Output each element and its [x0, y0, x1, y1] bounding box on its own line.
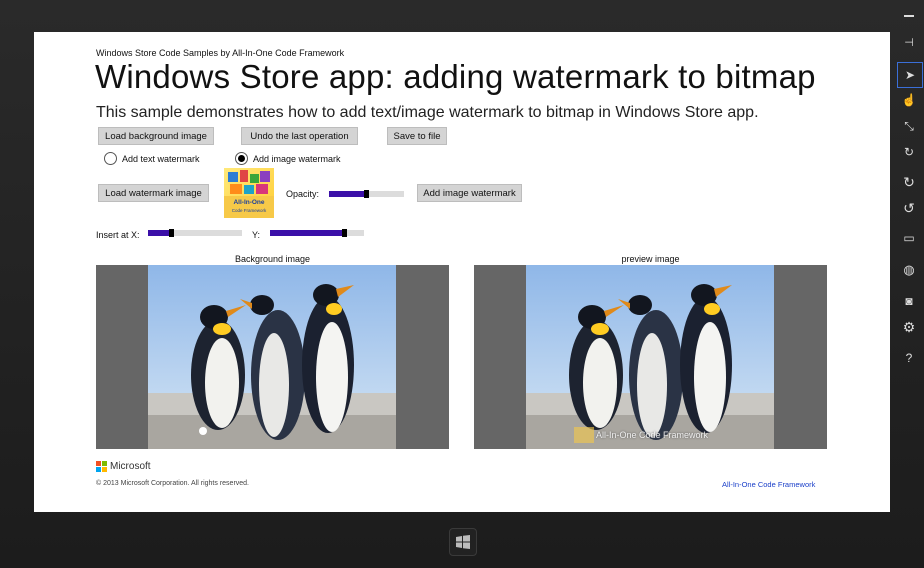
undo-button[interactable]: Undo the last operation [241, 127, 358, 145]
opacity-slider[interactable] [329, 190, 404, 198]
save-to-file-button[interactable]: Save to file [387, 127, 447, 145]
opacity-slider-fill [329, 191, 367, 197]
insert-x-slider-thumb[interactable] [169, 229, 174, 237]
watermark-thumbnail: All-In-One Code Framework [224, 168, 274, 218]
pointer-icon[interactable]: ➤ [897, 62, 923, 88]
text-watermark-radio[interactable]: Add text watermark [104, 152, 200, 165]
pinch-icon[interactable]: ⤡ [897, 114, 921, 138]
pin-icon[interactable]: ⊣ [897, 30, 921, 54]
help-icon[interactable]: ? [897, 346, 921, 370]
text-watermark-label: Add text watermark [122, 153, 200, 164]
image-watermark-label: Add image watermark [253, 153, 341, 164]
thumbnail-subtext: Code Framework [231, 208, 267, 213]
preview-image-panel: All-In-One Code Framework [474, 265, 827, 449]
penguins-image [148, 265, 396, 449]
page-description: This sample demonstrates how to add text… [96, 104, 759, 121]
app-subtitle: Windows Store Code Samples by All-In-One… [96, 48, 345, 58]
thumbnail-text: All-In-One [233, 199, 265, 206]
penguins-preview-image [526, 265, 774, 449]
preview-watermark-text: All-In-One Code Framework [596, 430, 709, 440]
insert-y-slider[interactable] [270, 229, 364, 237]
page-title: Windows Store app: adding watermark to b… [95, 58, 816, 95]
background-image-panel [96, 265, 449, 449]
load-background-button[interactable]: Load background image [98, 127, 214, 145]
add-image-watermark-button[interactable]: Add image watermark [417, 184, 522, 202]
background-image-title: Background image [234, 254, 311, 264]
background-photo [148, 265, 396, 449]
touch-icon[interactable]: ☝ [897, 88, 921, 112]
load-watermark-button[interactable]: Load watermark image [98, 184, 209, 202]
image-watermark-radio[interactable]: Add image watermark [235, 152, 341, 165]
app-screen: Windows Store Code Samples by All-In-One… [34, 32, 890, 512]
gear-icon[interactable]: ⚙ [897, 315, 921, 339]
insert-y-label: Y: [252, 230, 261, 240]
brand-label: Microsoft [110, 461, 151, 472]
insert-x-slider[interactable] [148, 229, 242, 237]
windows-button[interactable] [449, 528, 477, 556]
radio-circle-selected [235, 152, 248, 165]
insert-y-slider-thumb[interactable] [342, 229, 347, 237]
minimize-icon[interactable] [897, 4, 921, 28]
preview-image-title: preview image [621, 254, 680, 264]
windows-logo-icon [96, 461, 107, 472]
microsoft-logo: Microsoft [96, 461, 151, 472]
radio-circle [104, 152, 117, 165]
opacity-slider-thumb[interactable] [364, 190, 369, 198]
rotate-ccw-icon[interactable]: ↺ [897, 196, 921, 220]
display-icon[interactable]: ▭ [897, 226, 921, 250]
all-in-one-link[interactable]: All-In-One Code Framework [722, 480, 815, 489]
windows-logo-icon [456, 535, 470, 549]
opacity-label: Opacity: [286, 189, 320, 199]
insert-x-label: Insert at X: [96, 230, 140, 240]
insert-y-slider-fill [270, 230, 345, 236]
preview-photo: All-In-One Code Framework [526, 265, 774, 449]
camera-icon[interactable]: ◙ [897, 289, 921, 313]
simulator-toolbar: ⊣ ➤ ☝ ⤡ ↻ ↻ ↺ ▭ ◍ ◙ ⚙ ? [894, 0, 924, 568]
globe-icon[interactable]: ◍ [897, 258, 921, 282]
rotate-touch-icon[interactable]: ↻ [897, 140, 921, 164]
rotate-cw-icon[interactable]: ↻ [897, 170, 921, 194]
copyright-text: © 2013 Microsoft Corporation. All rights… [96, 480, 250, 487]
